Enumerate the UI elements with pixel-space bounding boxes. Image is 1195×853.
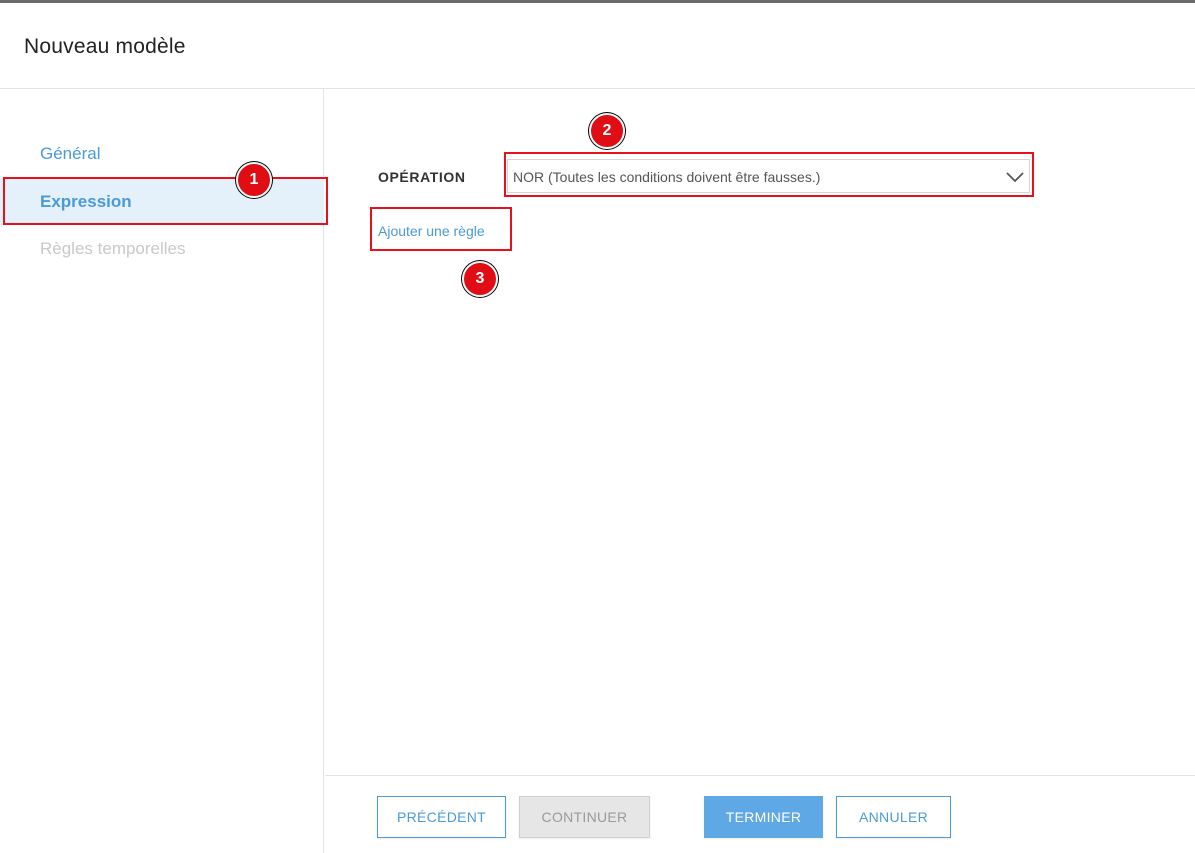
continue-button: CONTINUER [519, 796, 650, 838]
annotation-box-operation [504, 152, 1034, 197]
annotation-badge-2: 2 [589, 113, 625, 149]
previous-button[interactable]: PRÉCÉDENT [377, 796, 506, 838]
cancel-button[interactable]: ANNULER [836, 796, 951, 838]
dialog-footer: PRÉCÉDENT CONTINUER TERMINER ANNULER [325, 775, 1195, 853]
dialog-header: Nouveau modèle [0, 3, 1195, 89]
annotation-box-add-rule [370, 207, 512, 251]
sidebar-item-temporal-rules: Règles temporelles [40, 239, 186, 258]
sidebar-item-general[interactable]: Général [0, 130, 324, 177]
annotation-box-expression [3, 177, 328, 225]
annotation-badge-3: 3 [462, 261, 498, 297]
annotation-badge-1: 1 [236, 162, 272, 198]
operation-label: OPÉRATION [378, 169, 466, 185]
dialog-title: Nouveau modèle [24, 35, 186, 58]
finish-button[interactable]: TERMINER [704, 796, 823, 838]
